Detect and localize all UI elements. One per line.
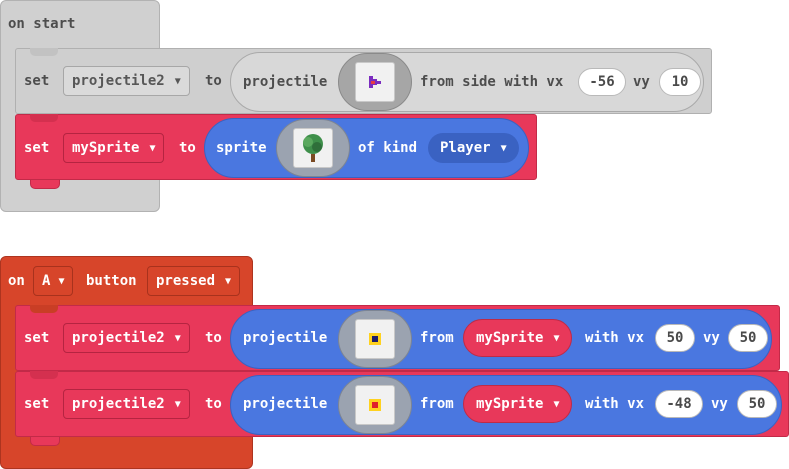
- projectile-label: projectile: [243, 330, 328, 346]
- on-label: on: [8, 273, 25, 289]
- variable-dropdown-projectile2[interactable]: projectile2 ▼: [63, 323, 190, 353]
- vy-input[interactable]: 10: [659, 68, 701, 96]
- image-picker[interactable]: [276, 119, 350, 177]
- on-start-label: on start: [8, 16, 76, 32]
- tree-sprite-icon: [303, 134, 323, 162]
- set-label: set: [24, 330, 50, 346]
- variable-name: projectile2: [72, 73, 165, 89]
- button-value: A: [42, 273, 51, 289]
- to-label: to: [205, 396, 222, 412]
- variable-name: mySprite: [72, 140, 140, 156]
- caret-down-icon: ▼: [174, 398, 181, 410]
- image-thumbnail: [293, 128, 333, 168]
- set-label: set: [24, 140, 50, 156]
- from-side-label: from side with vx: [420, 74, 564, 90]
- projectile-label: projectile: [243, 396, 328, 412]
- variable-name: projectile2: [72, 396, 165, 412]
- variable-name: projectile2: [72, 330, 165, 346]
- caret-down-icon: ▼: [225, 275, 232, 287]
- vx-input[interactable]: 50: [655, 324, 695, 352]
- vy-label: vy: [703, 330, 720, 346]
- vy-input[interactable]: 50: [728, 324, 768, 352]
- of-kind-label: of kind: [358, 140, 418, 156]
- to-label: to: [205, 73, 222, 89]
- image-thumbnail: [355, 385, 395, 425]
- image-thumbnail: [355, 319, 395, 359]
- image-thumbnail: [355, 62, 395, 102]
- purple-arrow-sprite-icon: [369, 76, 381, 88]
- image-picker[interactable]: [338, 53, 412, 111]
- caret-down-icon: ▼: [553, 398, 560, 410]
- sprite-variable-name: mySprite: [476, 330, 544, 346]
- set-label: set: [24, 396, 50, 412]
- image-picker[interactable]: [338, 376, 412, 434]
- set-label: set: [24, 73, 50, 89]
- sprite-label: sprite: [216, 140, 267, 156]
- to-label: to: [205, 330, 222, 346]
- variable-dropdown-projectile2[interactable]: projectile2 ▼: [63, 66, 190, 96]
- vx-input[interactable]: -48: [655, 390, 703, 418]
- to-label: to: [179, 140, 196, 156]
- projectile-label: projectile: [243, 74, 328, 90]
- kind-value: Player: [440, 140, 491, 156]
- yellow-dot-sprite-icon: [369, 333, 381, 345]
- with-vx-label: with vx: [585, 396, 645, 412]
- vy-input[interactable]: 50: [737, 390, 777, 418]
- kind-dropdown[interactable]: Player ▼: [428, 133, 519, 163]
- caret-down-icon: ▼: [58, 275, 65, 287]
- caret-down-icon: ▼: [553, 332, 560, 344]
- button-label: button: [86, 273, 137, 289]
- from-label: from: [420, 330, 454, 346]
- variable-dropdown-mySprite[interactable]: mySprite ▼: [63, 133, 165, 163]
- with-vx-label: with vx: [585, 330, 645, 346]
- yellow-dot-sprite-icon: [369, 399, 381, 411]
- image-picker[interactable]: [338, 310, 412, 368]
- vx-input[interactable]: -56: [578, 68, 626, 96]
- caret-down-icon: ▼: [149, 142, 156, 154]
- from-label: from: [420, 396, 454, 412]
- vy-label: vy: [711, 396, 728, 412]
- event-value: pressed: [156, 273, 216, 289]
- variable-dropdown-projectile2[interactable]: projectile2 ▼: [63, 389, 190, 419]
- sprite-variable-dropdown[interactable]: mySprite ▼: [463, 319, 573, 357]
- button-dropdown[interactable]: A ▼: [33, 266, 74, 296]
- caret-down-icon: ▼: [500, 142, 507, 154]
- event-dropdown[interactable]: pressed ▼: [147, 266, 241, 296]
- vy-label: vy: [633, 74, 650, 90]
- caret-down-icon: ▼: [174, 75, 181, 87]
- sprite-variable-dropdown[interactable]: mySprite ▼: [463, 385, 573, 423]
- caret-down-icon: ▼: [174, 332, 181, 344]
- sprite-variable-name: mySprite: [476, 396, 544, 412]
